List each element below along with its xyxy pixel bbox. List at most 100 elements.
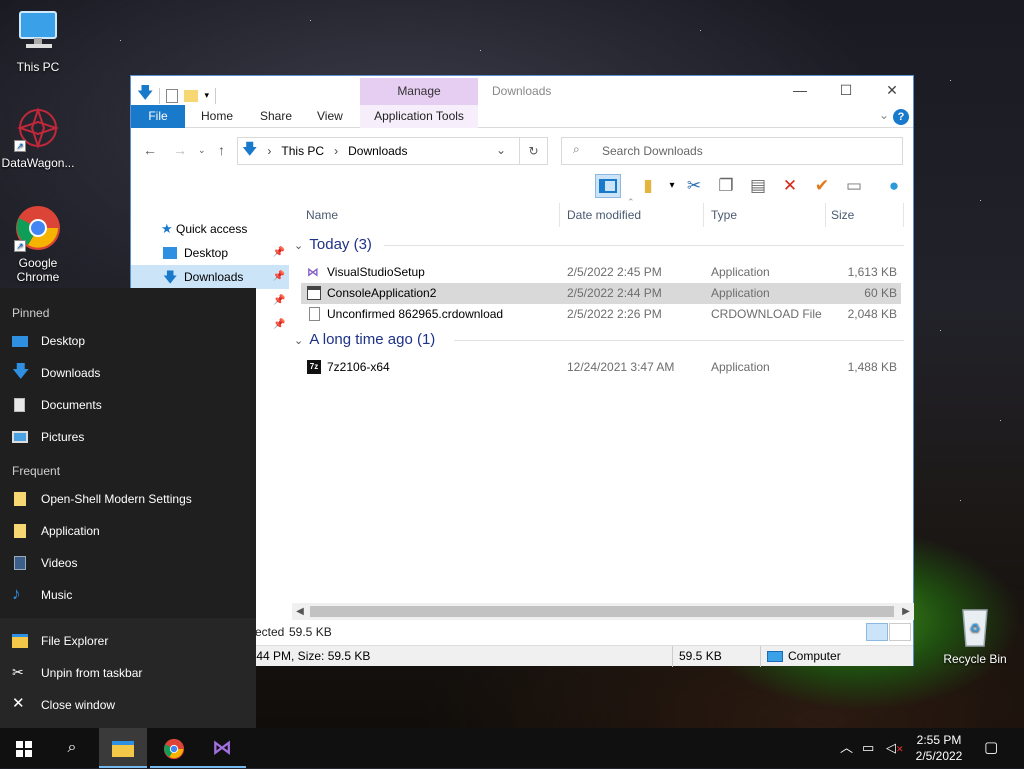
notifications-icon[interactable]: ▢ (984, 728, 998, 768)
paste-icon[interactable]: ▤ (745, 174, 771, 198)
pictures-icon (12, 431, 28, 443)
refresh-button[interactable]: ↻ (519, 137, 548, 165)
file-name: ConsoleApplication2 (327, 286, 437, 300)
details-text: :44 PM, Size: 59.5 KB (253, 649, 371, 663)
jump-item-music[interactable]: ♪ Music (0, 579, 256, 611)
delete-icon[interactable]: ✕ (777, 174, 803, 198)
jump-item-close-window[interactable]: ✕ Close window (0, 689, 256, 721)
svg-text:♻: ♻ (970, 621, 981, 635)
table-row-selected[interactable]: ConsoleApplication2 2/5/2022 2:44 PM App… (301, 283, 901, 304)
file-date: 2/5/2022 2:26 PM (567, 307, 662, 321)
back-button[interactable]: ← (143, 142, 157, 158)
pin-icon[interactable]: 📌 (273, 319, 285, 330)
minimize-button[interactable]: — (777, 76, 823, 105)
file-size: 1,613 KB (847, 265, 897, 279)
up-button[interactable]: ↑ (218, 142, 225, 158)
nav-item-quick-access[interactable]: ★ Quick access (131, 217, 289, 241)
breadcrumb-downloads[interactable]: Downloads (348, 144, 407, 158)
network-icon[interactable]: ▭ (862, 728, 874, 768)
customize-toolbar-icon[interactable]: ▾ (204, 90, 209, 101)
desktop-icon-chrome[interactable]: ↗ Google Chrome (0, 204, 76, 284)
tab-file[interactable]: File (131, 105, 185, 128)
address-dropdown-icon[interactable]: ⌄ (496, 143, 506, 157)
group-header-long-ago[interactable]: ⌄ A long time ago (1) (294, 328, 904, 352)
jump-item-file-explorer[interactable]: File Explorer (0, 625, 256, 657)
videos-icon (14, 556, 26, 570)
jump-item-documents[interactable]: Documents (0, 389, 256, 421)
window-title: Downloads (492, 84, 552, 98)
breadcrumb-this-pc[interactable]: This PC (281, 144, 324, 158)
nav-item-desktop[interactable]: Desktop 📌 (131, 241, 289, 265)
desktop-icon-recycle-bin[interactable]: ♻ Recycle Bin (937, 600, 1013, 666)
tab-home[interactable]: Home (201, 105, 233, 128)
tab-manage[interactable]: Manage (360, 78, 478, 105)
group-title: A long time ago (1) (309, 331, 436, 348)
group-header-today[interactable]: ⌄ Today (3) (294, 233, 904, 257)
recent-locations-icon[interactable]: ⌄ (198, 145, 206, 156)
copy-icon[interactable]: ❐ (713, 174, 739, 198)
table-row[interactable]: ⋈ VisualStudioSetup 2/5/2022 2:45 PM App… (301, 262, 901, 283)
close-button[interactable]: ✕ (869, 76, 915, 105)
large-icons-view-button[interactable] (889, 623, 911, 641)
rename-icon[interactable]: ▭ (841, 174, 867, 198)
scroll-right-icon[interactable]: ▶ (898, 603, 914, 620)
checkmark-icon[interactable]: ✔ (809, 174, 835, 198)
forward-button[interactable]: → (173, 142, 187, 158)
download-folder-icon: 🡇 (242, 140, 258, 158)
jump-item-desktop[interactable]: Desktop (0, 325, 256, 357)
globe-icon[interactable]: ● (881, 174, 907, 198)
file-date: 12/24/2021 3:47 AM (567, 360, 675, 374)
jump-item-downloads[interactable]: 🡇 Downloads (0, 357, 256, 389)
taskbar-file-explorer[interactable] (99, 728, 147, 768)
horizontal-scrollbar[interactable]: ◀ ▶ (292, 603, 914, 620)
column-header-type[interactable]: Type (711, 203, 737, 227)
column-header-name[interactable]: Name (306, 203, 338, 227)
tab-share[interactable]: Share (260, 105, 292, 128)
system-clock[interactable]: 2:55 PM 2/5/2022 (904, 732, 974, 764)
status-selected-text: ected (255, 625, 285, 639)
desktop-icon-label: Recycle Bin (943, 652, 1007, 666)
scrollbar-thumb[interactable] (310, 606, 894, 617)
desktop-icon-datawagon[interactable]: ↗ DataWagon... (0, 104, 76, 170)
tab-view[interactable]: View (317, 105, 343, 128)
show-hidden-icons-icon[interactable]: ︿ (840, 728, 853, 768)
address-bar[interactable]: 🡇 › This PC › Downloads ⌄ (237, 137, 548, 165)
pin-icon[interactable]: 📌 (273, 241, 285, 265)
tab-application-tools[interactable]: Application Tools (360, 105, 478, 128)
new-folder-toolbar-icon[interactable]: ▮ (635, 174, 661, 198)
table-row[interactable]: 7z 7z2106-x64 12/24/2021 3:47 AM Applica… (301, 357, 901, 378)
recycle-bin-icon: ♻ (951, 600, 999, 648)
jump-item-pictures[interactable]: Pictures (0, 421, 256, 453)
jump-item-open-shell[interactable]: Open-Shell Modern Settings (0, 483, 256, 515)
jump-item-application[interactable]: Application (0, 515, 256, 547)
pin-icon[interactable]: 📌 (273, 265, 285, 289)
jump-item-unpin[interactable]: ✂ Unpin from taskbar (0, 657, 256, 689)
nav-item-downloads[interactable]: 🡇 Downloads 📌 (131, 265, 289, 289)
taskbar-chrome[interactable] (150, 728, 198, 768)
shortcut-arrow-icon: ↗ (14, 240, 26, 252)
taskbar-visual-studio-installer[interactable]: ⋈ (198, 728, 246, 768)
desktop-icon-this-pc[interactable]: This PC (0, 8, 76, 74)
volume-muted-icon[interactable]: ◁✕ (886, 728, 904, 768)
7zip-icon: 7z (307, 360, 321, 374)
preview-pane-icon[interactable] (595, 174, 621, 198)
help-icon[interactable]: ? (893, 109, 909, 125)
cut-icon[interactable]: ✂ (681, 174, 707, 198)
search-button[interactable]: ⌕ (48, 728, 96, 768)
search-input[interactable]: Search Downloads (561, 137, 903, 165)
column-header-size[interactable]: Size (831, 203, 854, 227)
jump-item-label: Open-Shell Modern Settings (41, 492, 192, 506)
file-type: Application (711, 360, 770, 374)
pin-icon[interactable]: 📌 (273, 295, 285, 306)
table-row[interactable]: Unconfirmed 862965.crdownload 2/5/2022 2… (301, 304, 901, 325)
new-folder-icon[interactable] (184, 89, 199, 102)
jump-item-videos[interactable]: Videos (0, 547, 256, 579)
maximize-button[interactable]: ☐ (823, 76, 869, 105)
file-explorer-icon (12, 634, 28, 648)
file-list: Name Date modified ⌃ Type Size ⌄ Today (… (292, 197, 913, 603)
scroll-left-icon[interactable]: ◀ (292, 603, 308, 620)
expand-ribbon-icon[interactable]: ⌄ (879, 108, 889, 122)
properties-icon[interactable] (166, 88, 179, 103)
details-view-button[interactable] (866, 623, 888, 641)
start-button[interactable] (0, 728, 48, 768)
